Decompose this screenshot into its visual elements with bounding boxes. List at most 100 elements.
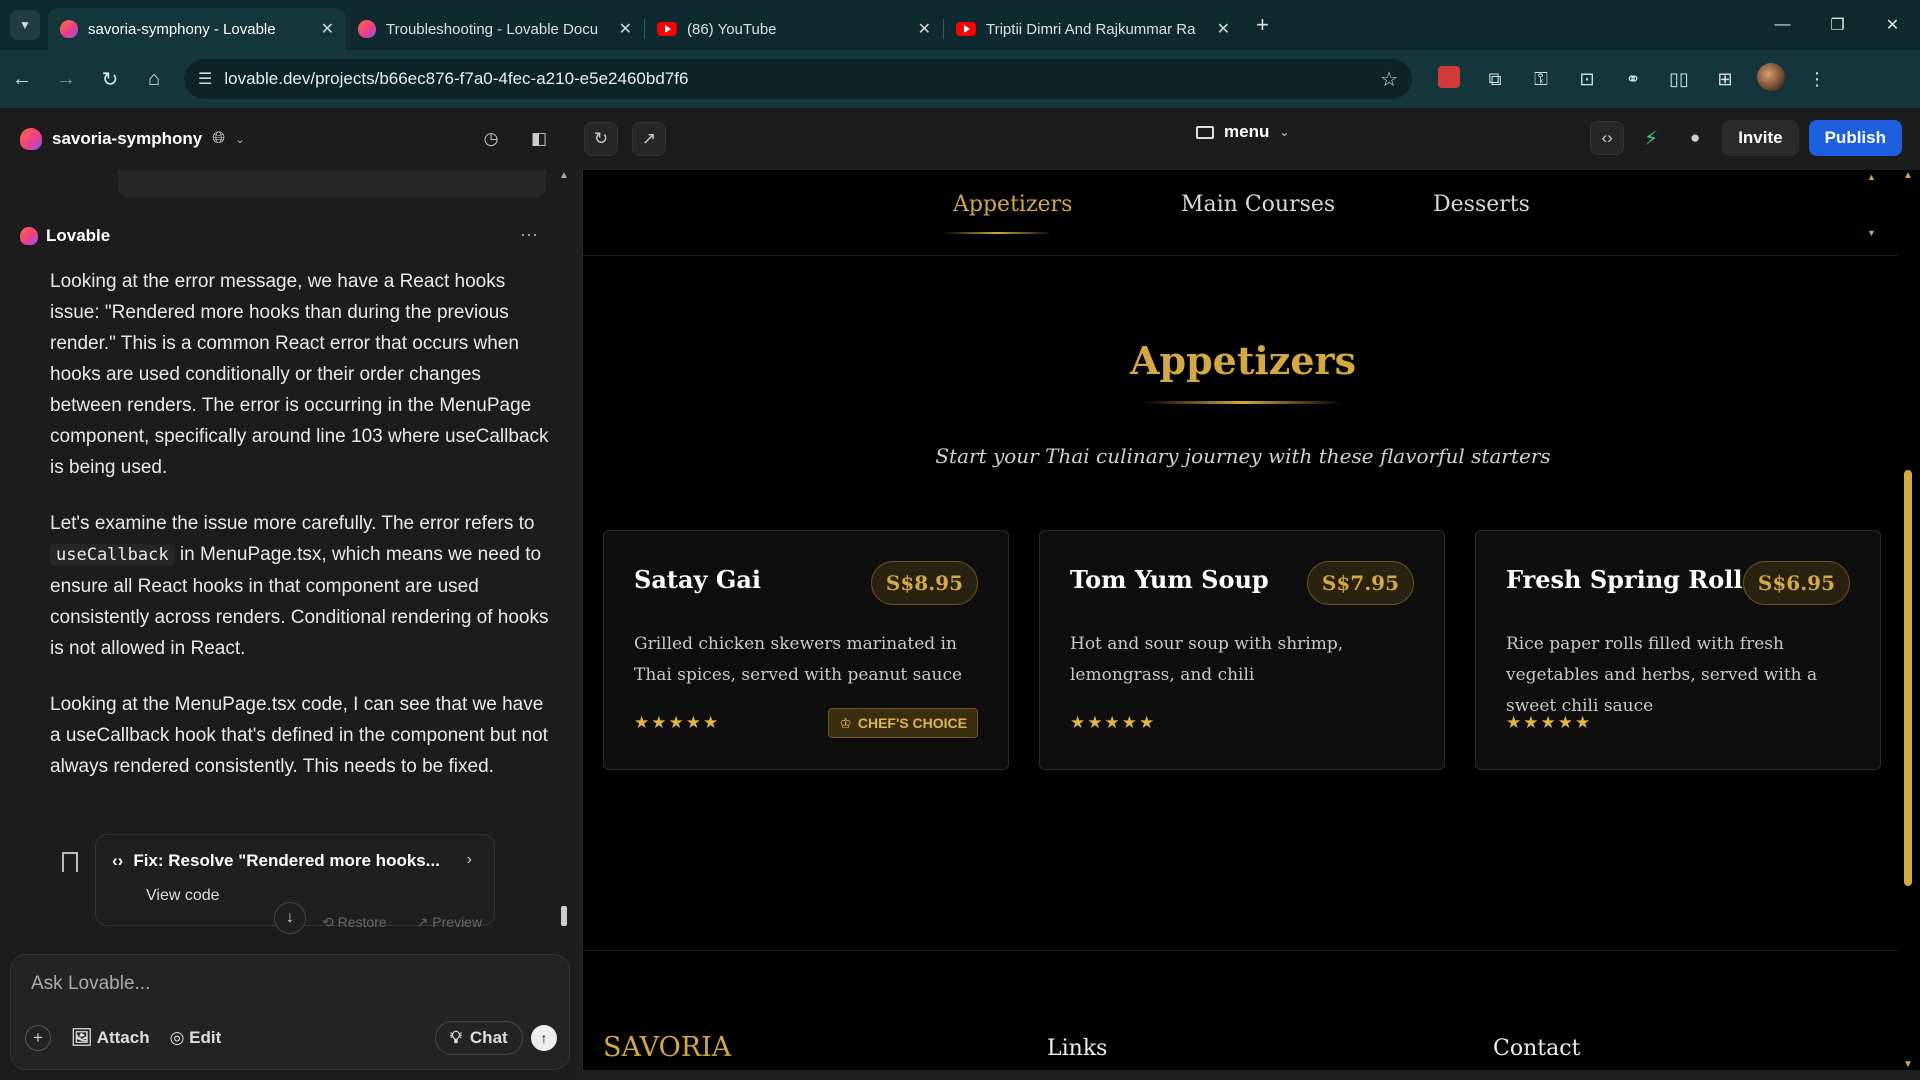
preview-scrollbar[interactable]: ▲ ▼ xyxy=(1898,170,1920,1070)
key-icon[interactable]: ⚿ xyxy=(1520,69,1562,90)
globe-icon: 🌐︎ xyxy=(212,130,226,147)
chat-composer: Ask Lovable... + 🖼︎ Attach ◎ Edit 💡︎ Chat… xyxy=(10,954,570,1070)
scroll-down-arrow[interactable]: ▼ xyxy=(1867,228,1876,238)
menu-item-name: Satay Gai xyxy=(634,565,761,594)
edit-button[interactable]: ◎ Edit xyxy=(170,1028,222,1048)
preview-version-button[interactable]: ↗ Preview xyxy=(417,914,482,931)
tab-desserts[interactable]: Desserts xyxy=(1433,192,1530,217)
address-bar[interactable]: ☰ lovable.dev/projects/b66ec876-f7a0-4fe… xyxy=(184,59,1412,99)
edit-label: Edit xyxy=(189,1028,222,1047)
lovable-logo-icon xyxy=(20,227,38,245)
tab-appetizers[interactable]: Appetizers xyxy=(953,192,1072,217)
scroll-up-arrow[interactable]: ▲ xyxy=(1867,172,1876,182)
message-sender: Lovable xyxy=(20,226,110,246)
close-icon[interactable]: ✕ xyxy=(619,19,632,39)
publish-button[interactable]: Publish xyxy=(1808,120,1902,156)
view-code-link[interactable]: View code xyxy=(146,887,220,905)
scroll-up-arrow[interactable]: ▲ xyxy=(559,170,569,181)
section-divider xyxy=(1143,401,1343,404)
footer-links-heading: Links xyxy=(1047,1036,1108,1061)
more-menu-icon[interactable]: ⋮ xyxy=(1796,69,1838,90)
version-actions: ⟲ Restore ↗ Preview xyxy=(322,914,482,931)
restore-label: Restore xyxy=(337,914,387,930)
puzzle-icon[interactable]: ⧉ xyxy=(1474,69,1516,90)
bookmark-star-icon[interactable]: ☆ xyxy=(1380,67,1398,92)
message-paragraph: Let's examine the issue more carefully. … xyxy=(50,508,550,664)
tab-search-button[interactable]: ▼ xyxy=(10,10,40,40)
minimize-icon[interactable]: — xyxy=(1755,0,1810,50)
open-external-icon[interactable]: ↗ xyxy=(632,122,666,156)
invite-button[interactable]: Invite xyxy=(1722,120,1799,156)
browser-tab[interactable]: Troubleshooting - Lovable Docu ✕ xyxy=(346,8,644,50)
history-icon[interactable]: ◷ xyxy=(474,122,508,156)
reading-mode-icon[interactable]: ▯▯ xyxy=(1658,69,1700,90)
plus-icon[interactable]: + xyxy=(25,1025,51,1051)
forward-icon[interactable]: → xyxy=(44,68,88,91)
scroll-up-arrow[interactable]: ▲ xyxy=(1903,170,1913,181)
restore-button[interactable]: ⟲ Restore xyxy=(322,914,387,931)
chevron-down-icon: ▼ xyxy=(19,18,31,32)
previous-message-card xyxy=(118,170,546,198)
new-tab-icon[interactable]: + xyxy=(1256,12,1269,38)
menu-item-description: Hot and sour soup with shrimp, lemongras… xyxy=(1070,634,1344,685)
bookmark-icon[interactable] xyxy=(62,852,78,872)
site-preview: Appetizers Main Courses Desserts ▲ ▼ App… xyxy=(582,170,1902,1070)
app-header: savoria-symphony 🌐︎ ⌄ ◷ ◧ ↻ ↗ menu ⌄ ‹› … xyxy=(0,108,1920,170)
profile-avatar[interactable] xyxy=(1750,62,1792,96)
back-icon[interactable]: ← xyxy=(0,68,44,91)
project-switcher[interactable]: savoria-symphony 🌐︎ ⌄ xyxy=(0,128,420,150)
close-icon[interactable]: ✕ xyxy=(1217,19,1230,39)
tab-title: savoria-symphony - Lovable xyxy=(88,20,276,38)
sidebar-toggle-icon[interactable]: ◧ xyxy=(522,122,556,156)
message-paragraph: Looking at the error message, we have a … xyxy=(50,271,549,478)
code-icon: ‹› xyxy=(112,851,124,870)
github-icon[interactable]: ● xyxy=(1678,121,1712,155)
url-text[interactable]: lovable.dev/projects/b66ec876-f7a0-4fec-… xyxy=(224,69,1368,89)
refresh-preview-icon[interactable]: ↻ xyxy=(584,122,618,156)
chat-input[interactable]: Ask Lovable... xyxy=(31,973,150,995)
menu-item-card[interactable]: Fresh Spring Rolls S$6.95 Rice paper rol… xyxy=(1475,530,1881,770)
composer-toolbar: + 🖼︎ Attach ◎ Edit xyxy=(25,1025,221,1051)
menu-item-description: Rice paper rolls filled with fresh veget… xyxy=(1506,634,1818,716)
browser-tab[interactable]: savoria-symphony - Lovable ✕ xyxy=(48,8,346,50)
footer-brand[interactable]: SAVORIA xyxy=(603,1032,731,1063)
scrollbar-thumb[interactable] xyxy=(1904,470,1912,886)
code-view-icon[interactable]: ‹› xyxy=(1590,121,1625,155)
home-icon[interactable]: ⌂ xyxy=(132,68,176,91)
close-icon[interactable]: ✕ xyxy=(321,19,334,39)
chevron-right-icon[interactable]: › xyxy=(467,851,472,869)
menu-item-grid: Satay Gai S$8.95 Grilled chicken skewers… xyxy=(603,530,1881,770)
chat-mode-button[interactable]: 💡︎ Chat xyxy=(435,1021,523,1055)
screenshot-icon[interactable]: ⊡ xyxy=(1566,69,1608,90)
menu-item-price: S$7.95 xyxy=(1306,561,1414,605)
link-icon[interactable]: ⚭ xyxy=(1612,69,1654,90)
restore-window-icon[interactable]: ❐ xyxy=(1810,0,1865,50)
header-actions: ‹› ⚡︎ ● Invite Publish xyxy=(1590,120,1902,156)
scroll-down-arrow[interactable]: ▼ xyxy=(1903,1059,1913,1070)
reload-icon[interactable]: ↻ xyxy=(88,67,132,92)
menu-item-card[interactable]: Tom Yum Soup S$7.95 Hot and sour soup wi… xyxy=(1039,530,1445,770)
menu-item-name: Tom Yum Soup xyxy=(1070,565,1269,594)
attach-button[interactable]: 🖼︎ Attach xyxy=(71,1028,150,1048)
browser-tab[interactable]: Triptii Dimri And Rajkummar Ra ✕ xyxy=(944,8,1242,50)
send-button[interactable]: ↑ xyxy=(531,1025,557,1051)
tab-main-courses[interactable]: Main Courses xyxy=(1181,192,1335,217)
nav-scrollbar[interactable]: ▲ ▼ xyxy=(1867,172,1877,238)
lovable-icon xyxy=(60,20,78,38)
close-icon[interactable]: ✕ xyxy=(918,19,931,39)
translate-icon[interactable]: ⊞ xyxy=(1704,69,1746,90)
chat-scrollbar-thumb[interactable] xyxy=(561,906,567,926)
close-window-icon[interactable]: ✕ xyxy=(1865,0,1920,50)
star-rating: ★★★★★ xyxy=(634,713,721,732)
browser-tab[interactable]: (86) YouTube ✕ xyxy=(645,8,943,50)
scroll-down-button[interactable]: ↓ xyxy=(274,902,306,934)
menu-item-card[interactable]: Satay Gai S$8.95 Grilled chicken skewers… xyxy=(603,530,1009,770)
pdf-extension-icon[interactable] xyxy=(1428,65,1470,93)
extension-icons: ⧉ ⚿ ⊡ ⚭ ▯▯ ⊞ ⋮ xyxy=(1428,62,1838,96)
more-options-icon[interactable]: ··· xyxy=(520,224,538,245)
browser-tab-bar: ▼ savoria-symphony - Lovable ✕ Troublesh… xyxy=(0,0,1920,50)
page-selector[interactable]: menu ⌄ xyxy=(1196,122,1289,142)
tab-title: Troubleshooting - Lovable Docu xyxy=(386,20,599,38)
supabase-bolt-icon[interactable]: ⚡︎ xyxy=(1634,121,1668,155)
site-info-icon[interactable]: ☰ xyxy=(198,69,212,89)
